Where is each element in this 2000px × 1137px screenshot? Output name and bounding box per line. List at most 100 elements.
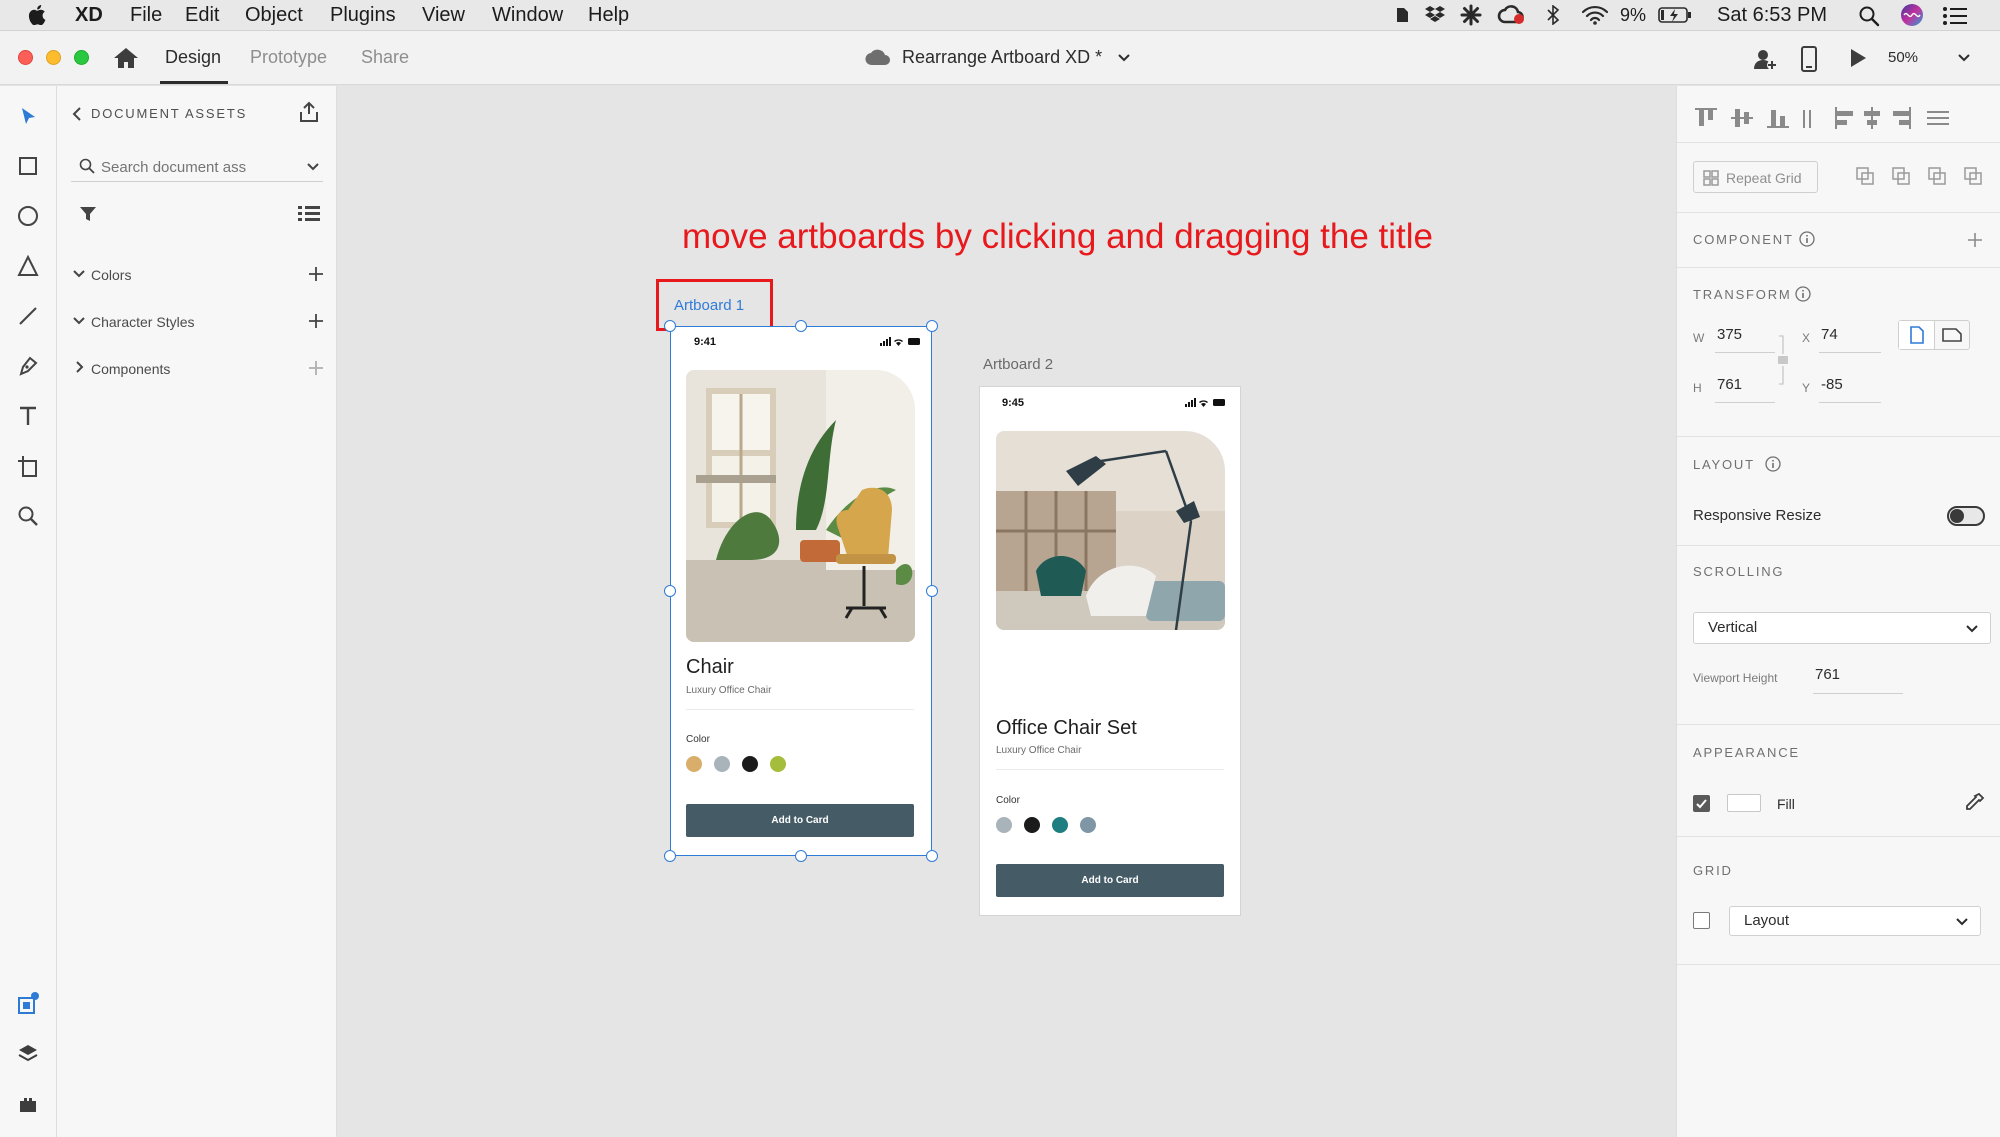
fill-checkbox[interactable] [1693,795,1710,812]
evernote-icon[interactable] [1392,5,1412,25]
color-swatch-4[interactable] [770,756,786,772]
info-icon[interactable] [1799,231,1815,247]
design-canvas[interactable]: move artboards by clicking and dragging … [338,86,1676,1137]
spotlight-search-icon[interactable] [1858,5,1880,27]
color-swatch-3[interactable] [742,756,758,772]
grid-type-dropdown[interactable]: Layout [1729,906,1981,936]
line-tool-icon[interactable] [16,304,40,328]
sync-icon[interactable] [1460,4,1482,26]
resize-handle-bottom-right[interactable] [926,850,938,862]
landscape-icon[interactable] [1942,328,1962,342]
portrait-icon[interactable] [1909,326,1925,344]
artboard-2-title[interactable]: Artboard 2 [983,356,1053,373]
height-field[interactable]: 761 [1717,376,1742,393]
menu-help[interactable]: Help [588,4,629,27]
plugins-icon[interactable] [16,1092,40,1116]
colors-section-toggle[interactable]: Colors [69,262,326,288]
width-field[interactable]: 375 [1717,326,1742,343]
list-view-icon[interactable] [298,205,320,223]
document-title[interactable]: Rearrange Artboard XD * [902,47,1102,68]
x-field[interactable]: 74 [1821,326,1838,343]
rectangle-tool-icon[interactable] [16,154,40,178]
boolean-ops-icons[interactable] [1855,166,1985,188]
components-section-toggle[interactable]: Components [69,356,326,382]
artboard-tool-icon[interactable] [16,454,40,478]
creative-cloud-icon[interactable] [1497,5,1525,25]
grid-checkbox[interactable] [1693,912,1710,929]
window-zoom-button[interactable] [74,50,89,65]
add-to-card-button[interactable]: Add to Card [996,864,1224,897]
add-color-icon[interactable] [307,265,325,283]
window-close-button[interactable] [18,50,33,65]
add-to-card-button[interactable]: Add to Card [686,804,914,837]
add-component-icon[interactable] [307,359,325,377]
battery-charging-icon[interactable] [1658,6,1692,24]
search-input[interactable] [101,154,281,180]
add-component-plus-icon[interactable] [1967,232,1983,248]
resize-handle-right[interactable] [926,585,938,597]
y-field[interactable]: -85 [1821,376,1843,393]
layers-icon[interactable] [16,1042,40,1066]
play-preview-icon[interactable] [1848,47,1868,69]
siri-icon[interactable] [1900,3,1924,27]
menu-plugins[interactable]: Plugins [330,4,396,27]
zoom-chevron-down-icon[interactable] [1958,53,1970,63]
artboard-2[interactable]: 9:45 Office Chair Set Luxury Office Chai… [979,386,1241,916]
export-share-icon[interactable] [298,101,320,123]
pen-tool-icon[interactable] [16,354,40,378]
responsive-resize-toggle[interactable] [1947,506,1985,526]
menu-window[interactable]: Window [492,4,563,27]
zoom-level[interactable]: 50% [1888,49,1918,66]
back-chevron-icon[interactable] [72,107,82,121]
fill-color-swatch[interactable] [1727,794,1761,812]
apple-icon[interactable] [28,5,46,25]
resize-handle-top-left[interactable] [664,320,676,332]
dropbox-icon[interactable] [1424,5,1446,25]
filter-icon[interactable] [79,205,97,223]
color-swatch-2[interactable] [1024,817,1040,833]
color-swatch-4[interactable] [1080,817,1096,833]
character-styles-section-toggle[interactable]: Character Styles [69,309,326,335]
assets-panel-icon[interactable] [16,992,40,1016]
color-swatch-1[interactable] [996,817,1012,833]
color-swatch-1[interactable] [686,756,702,772]
invite-user-icon[interactable] [1752,46,1778,72]
menu-object[interactable]: Object [245,4,303,27]
add-character-style-icon[interactable] [307,312,325,330]
menu-file[interactable]: File [130,4,162,27]
align-tools-icons[interactable] [1695,106,1975,130]
resize-handle-top[interactable] [795,320,807,332]
tab-share[interactable]: Share [361,47,409,68]
bluetooth-icon[interactable] [1545,5,1561,25]
info-icon[interactable] [1795,286,1811,302]
polygon-tool-icon[interactable] [16,254,40,278]
resize-handle-left[interactable] [664,585,676,597]
tab-prototype[interactable]: Prototype [250,47,327,68]
search-filter-chevron-icon[interactable] [307,162,319,172]
repeat-grid-button[interactable]: Repeat Grid [1693,161,1818,193]
asset-search-field[interactable] [71,152,323,182]
resize-handle-top-right[interactable] [926,320,938,332]
wifi-icon[interactable] [1582,5,1608,25]
chevron-down-icon[interactable] [1118,53,1130,63]
artboard-1[interactable]: 9:41 Chair Luxury Office Chair Color Add… [670,326,932,856]
select-tool-icon[interactable] [16,105,40,129]
text-tool-icon[interactable] [16,404,40,428]
ellipse-tool-icon[interactable] [16,204,40,228]
menu-edit[interactable]: Edit [185,4,219,27]
window-minimize-button[interactable] [46,50,61,65]
eyedropper-icon[interactable] [1963,792,1985,814]
color-swatch-2[interactable] [714,756,730,772]
lock-aspect-icon[interactable] [1777,334,1789,386]
artboard-1-title[interactable]: Artboard 1 [674,297,744,314]
info-icon[interactable] [1765,456,1781,472]
notification-center-icon[interactable] [1942,6,1968,26]
resize-handle-bottom-left[interactable] [664,850,676,862]
home-icon[interactable] [113,46,139,70]
tab-design[interactable]: Design [165,47,221,68]
viewport-height-field[interactable]: 761 [1815,666,1840,683]
menu-view[interactable]: View [422,4,465,27]
scrolling-dropdown[interactable]: Vertical [1693,612,1991,644]
menu-app-name[interactable]: XD [75,4,103,27]
orientation-toggle[interactable] [1898,320,1970,350]
